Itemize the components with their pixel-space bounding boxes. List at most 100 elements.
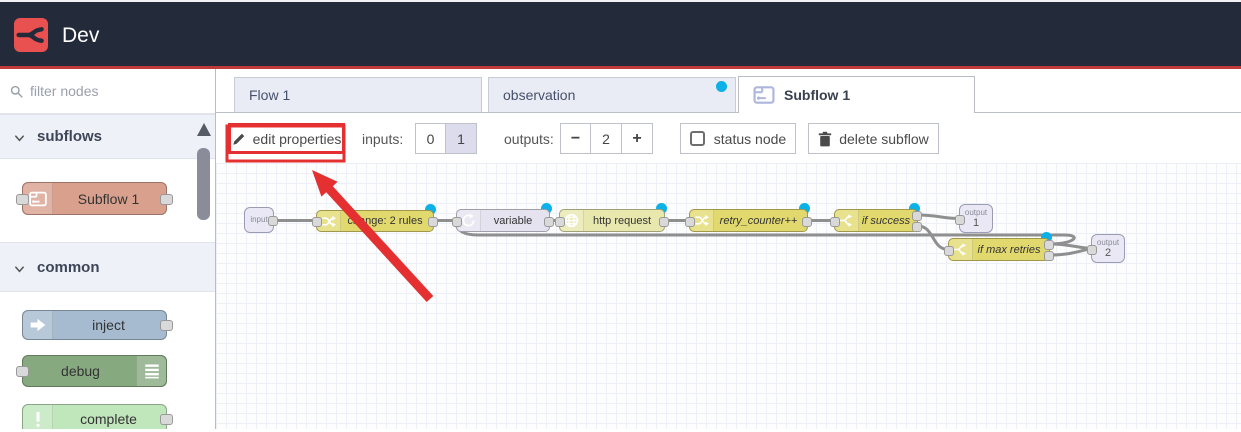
input-port[interactable] (555, 216, 565, 227)
palette-section-common[interactable]: common (0, 242, 215, 292)
app-header: Dev (0, 2, 1241, 69)
palette-node-debug[interactable]: debug (16, 355, 167, 387)
scrollbar-up-arrow[interactable] (197, 123, 211, 136)
subflow-output-2-node[interactable]: output 2 (1087, 234, 1125, 263)
output-port[interactable] (160, 193, 173, 205)
wires-layer (272, 213, 1093, 257)
inputs-0-button[interactable]: 0 (415, 123, 446, 154)
tab-observation[interactable]: observation (488, 77, 736, 113)
inputs-1-button[interactable]: 1 (446, 123, 477, 154)
input-port[interactable] (685, 216, 695, 227)
subflow-icon (753, 86, 775, 104)
chevron-down-icon (14, 131, 25, 142)
workspace: Flow 1 observation Subflow 1 edit properti… (215, 69, 1241, 429)
output-port[interactable] (428, 217, 438, 227)
pencil-icon (232, 132, 246, 146)
io-label: input (250, 215, 268, 224)
scrollbar-thumb[interactable] (197, 148, 210, 220)
wire[interactable] (1048, 247, 1093, 257)
chevron-down-icon (14, 262, 25, 273)
palette-node-subflow-1[interactable]: Subflow 1 (16, 182, 173, 215)
section-label: subflows (37, 128, 103, 145)
exclamation-icon (23, 405, 53, 429)
tab-bar: Flow 1 observation Subflow 1 (216, 69, 1241, 113)
input-port[interactable] (944, 245, 954, 256)
menu-icon (136, 356, 166, 386)
io-label: output (1096, 237, 1120, 247)
tab-label: observation (503, 87, 576, 103)
palette-node-inject[interactable]: inject (22, 310, 173, 340)
input-port[interactable] (16, 366, 29, 377)
palette-node-label: inject (92, 317, 125, 333)
input-port[interactable] (16, 193, 29, 205)
palette-node-label: Subflow 1 (77, 190, 140, 207)
node-label: http request (592, 214, 652, 227)
outputs-decrement-button[interactable]: − (560, 123, 591, 154)
flow-node-retry-counter-[interactable]: retry_counter++ (685, 209, 812, 232)
input-port[interactable] (312, 217, 322, 227)
output-port[interactable] (160, 414, 173, 425)
palette-section-subflows[interactable]: subflows (0, 114, 215, 159)
status-node-checkbox[interactable] (689, 131, 705, 146)
output-port[interactable] (544, 216, 554, 227)
subflow-toolbar: edit properties inputs: 0 1 outputs: − 2… (216, 113, 1241, 163)
input-port[interactable] (1087, 244, 1097, 255)
subflow-output-1-node[interactable]: output 1 (955, 204, 993, 233)
inputs-label: inputs: (362, 130, 404, 147)
tab-subflow-1[interactable]: Subflow 1 (738, 76, 975, 113)
io-label: output (964, 207, 988, 217)
tab-flow-1[interactable]: Flow 1 (234, 77, 482, 113)
wire[interactable] (916, 224, 950, 251)
outputs-value[interactable]: 2 (591, 123, 622, 154)
edit-properties-button[interactable]: edit properties (228, 123, 345, 154)
node-label: if success (861, 214, 911, 227)
filter-placeholder: filter nodes (30, 83, 99, 99)
palette-node-label: debug (61, 363, 100, 379)
palette-sidebar: filter nodes subflows Subflow 1 common inje… (0, 69, 215, 429)
input-port[interactable] (452, 216, 462, 227)
inputs-toggle-group: 0 1 (415, 123, 477, 154)
subflow-input-node[interactable]: input (244, 207, 278, 233)
output-port[interactable] (912, 211, 922, 221)
node-red-editor: Dev filter nodes subflows Subflow 1 common… (0, 0, 1241, 432)
node-label: if max retries (977, 243, 1041, 256)
output-port[interactable] (802, 216, 812, 227)
flow-node-if-max-retries[interactable]: if max retries (944, 238, 1054, 261)
palette-node-label: complete (80, 411, 137, 427)
output-port[interactable] (659, 216, 669, 227)
output-port[interactable] (268, 216, 278, 226)
inject-arrow-icon (23, 311, 53, 339)
output-port[interactable] (912, 222, 922, 232)
flow-node-http-request[interactable]: http request (555, 209, 669, 232)
modified-indicator-dot (716, 81, 727, 92)
tab-bar-divider (216, 112, 1241, 113)
filter-nodes-input[interactable]: filter nodes (0, 69, 215, 114)
section-label: common (37, 258, 100, 276)
io-number: 1 (972, 216, 980, 229)
output-port[interactable] (1044, 240, 1054, 250)
output-port[interactable] (1044, 251, 1054, 261)
output-port[interactable] (160, 320, 173, 331)
outputs-increment-button[interactable]: + (622, 123, 653, 154)
outputs-label: outputs: (504, 130, 554, 147)
status-node-button[interactable]: status node (680, 123, 796, 154)
outputs-stepper: − 2 + (560, 123, 653, 154)
page-title: Dev (62, 23, 100, 47)
wire[interactable] (916, 213, 961, 220)
trash-icon (818, 131, 832, 147)
node-label: change: 2 rules (347, 215, 423, 227)
input-port[interactable] (830, 216, 840, 227)
flow-node-variable[interactable]: variable (452, 209, 554, 232)
node-label: retry_counter++ (719, 214, 798, 227)
io-number: 2 (1104, 246, 1112, 259)
flow-canvas[interactable]: input change: 2 rules variable http request… (216, 163, 1241, 429)
delete-subflow-button[interactable]: delete subflow (808, 123, 939, 154)
flow-node-change-2-rules[interactable]: change: 2 rules (312, 210, 438, 232)
input-port[interactable] (955, 214, 965, 225)
palette-node-complete[interactable]: complete (22, 404, 173, 429)
tab-label: Subflow 1 (784, 87, 851, 103)
search-icon (10, 85, 23, 98)
flow-node-if-success[interactable]: if success (830, 209, 922, 232)
node-red-logo-icon[interactable] (14, 18, 48, 52)
node-label: variable (493, 214, 533, 227)
